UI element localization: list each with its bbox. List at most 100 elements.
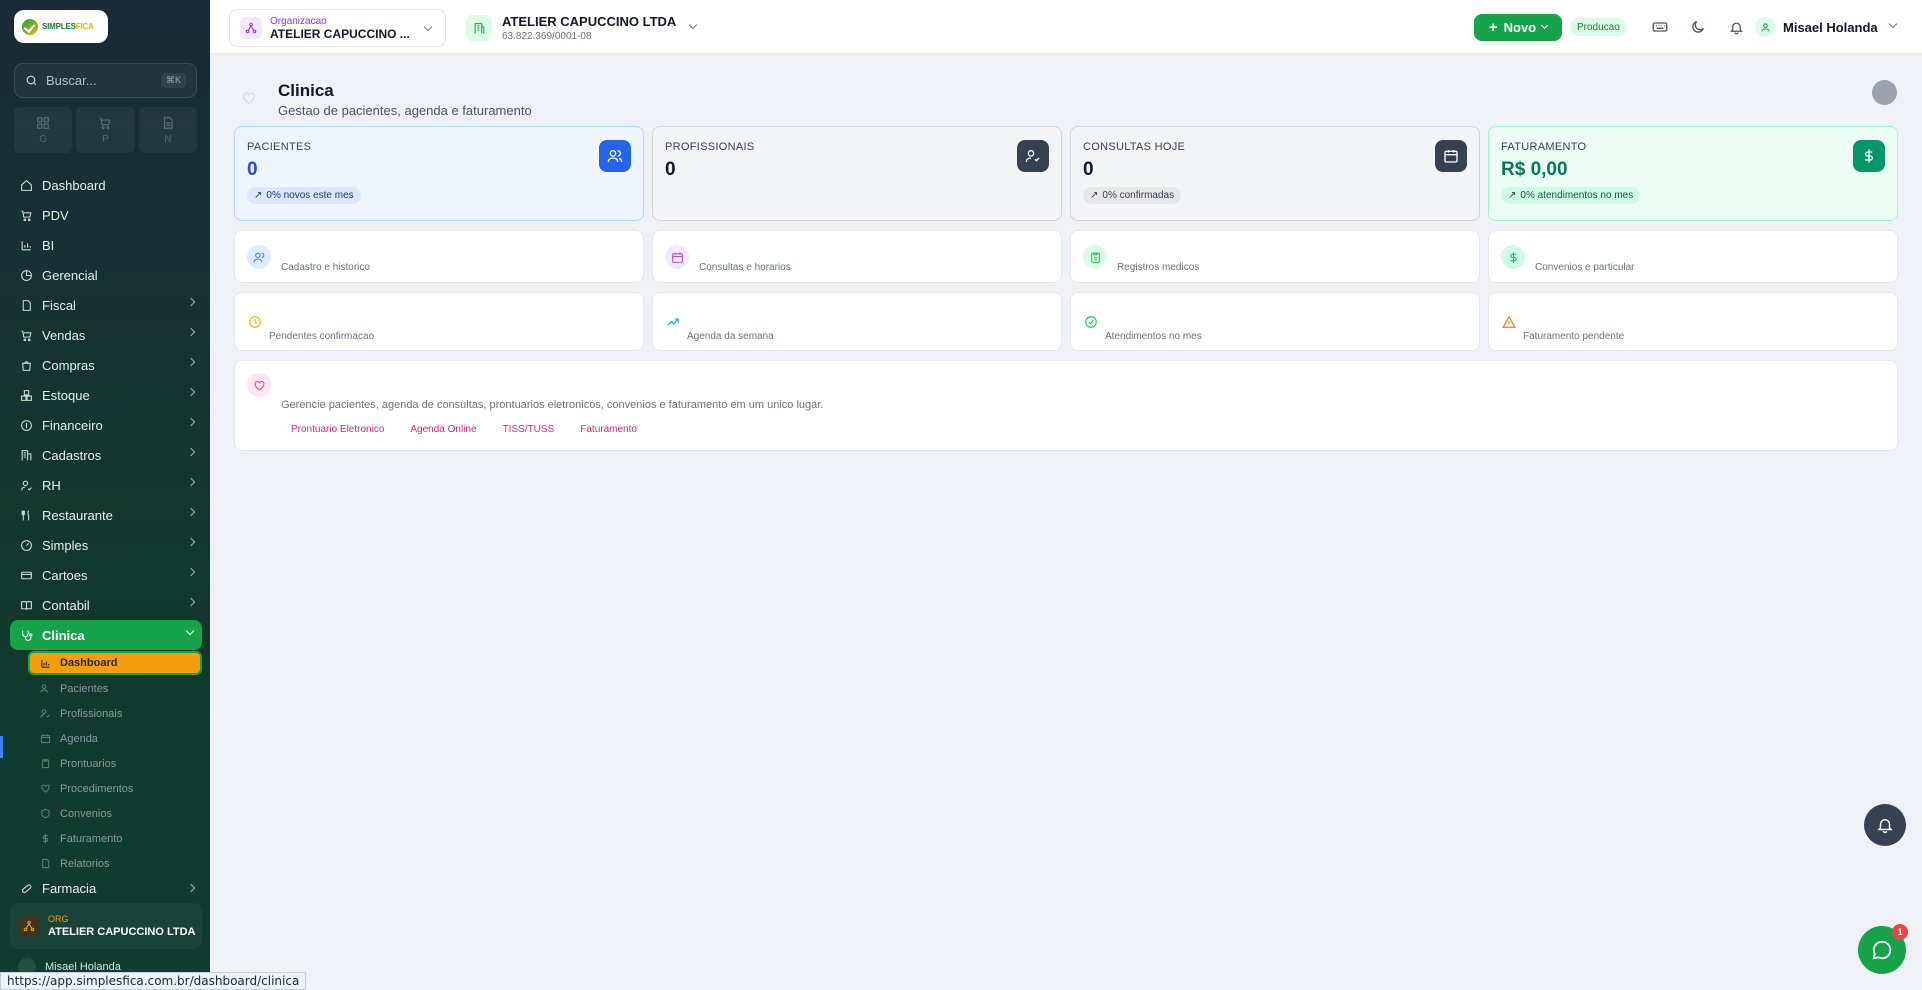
stat-pill: ↗ 0% confirmadas [1083, 187, 1182, 204]
submenu-item-label: Convenios [60, 807, 112, 820]
cart-icon [20, 329, 33, 342]
search-icon [26, 75, 37, 86]
org-switcher[interactable]: ORG ATELIER CAPUCCINO LTDA [10, 903, 202, 949]
shortcut-card-agenda[interactable]: Consultas e horarios [652, 230, 1062, 283]
building-icon [20, 449, 33, 462]
feature-link[interactable]: Prontuario Eletronico [291, 424, 384, 435]
user-icon [1755, 17, 1775, 37]
app-logo[interactable]: SIMPLESFICA [14, 10, 108, 43]
sidebar-item-fiscal[interactable]: Fiscal [10, 290, 202, 320]
stat-pill-text: 0% atendimentos no mes [1520, 190, 1634, 201]
shortcut-card-prontuarios[interactable]: Registros medicos [1070, 230, 1480, 283]
trending-up-icon: ↗ [1508, 190, 1517, 201]
stat-pill: ↗ 0% novos este mes [247, 187, 361, 204]
stat-label: PROFISSIONAIS [665, 141, 755, 153]
shortcut-card-pacientes[interactable]: Cadastro e historico [234, 230, 644, 283]
dollar-icon [1853, 140, 1885, 172]
keyboard-icon[interactable] [1650, 17, 1670, 37]
status-indicator[interactable] [1872, 80, 1897, 105]
new-button[interactable]: + Novo [1474, 14, 1562, 41]
organization-selector[interactable]: Organizacao ATELIER CAPUCCINO ... [229, 9, 446, 47]
feature-link[interactable]: TISS/TUSS [503, 424, 555, 435]
org-label: ORG [48, 914, 69, 924]
sidebar-item-dashboard[interactable]: Dashboard [10, 170, 202, 200]
stat-card-profissionais[interactable]: PROFISSIONAIS 0 [652, 126, 1062, 221]
submenu-item-agenda[interactable]: Agenda [30, 726, 202, 751]
notifications-fab[interactable] [1864, 804, 1906, 846]
sidebar-item-gerencial[interactable]: Gerencial [10, 260, 202, 290]
calendar-icon [40, 733, 51, 744]
user-menu[interactable]: Misael Holanda [1755, 15, 1897, 39]
new-button-label: Novo [1503, 20, 1537, 35]
sidebar-item-label: Dashboard [42, 177, 106, 193]
submenu-item-procedimentos[interactable]: Procedimentos [30, 776, 202, 801]
submenu-item-profissionais[interactable]: Profissionais [30, 701, 202, 726]
calendar-icon [665, 245, 689, 269]
sidebar-item-label: Financeiro [42, 417, 103, 433]
user-name: Misael Holanda [1783, 19, 1878, 35]
trending-up-icon: ↗ [1090, 190, 1099, 201]
sidebar-item-label: Estoque [42, 387, 90, 403]
chat-fab[interactable]: 1 [1858, 924, 1908, 974]
chevron-down-icon [1888, 19, 1897, 29]
sidebar-search[interactable]: Buscar... ⌘K [14, 63, 197, 98]
trending-up-icon [665, 314, 681, 330]
sidebar-item-contabil[interactable]: Contabil [10, 590, 202, 620]
sidebar-item-cartoes[interactable]: Cartoes [10, 560, 202, 590]
submenu-item-label: Prontuarios [60, 757, 117, 770]
metric-text: Atendimentos no mes [1105, 331, 1202, 342]
metric-card-atendimentos[interactable]: Atendimentos no mes [1070, 292, 1480, 351]
quick-actions: G P N [14, 107, 197, 153]
submenu-item-pacientes[interactable]: Pacientes [30, 676, 202, 701]
shortcut-card-convenios[interactable]: Convenios e particular [1488, 230, 1898, 283]
stat-card-pacientes[interactable]: PACIENTES 0 ↗ 0% novos este mes [234, 126, 644, 221]
sidebar-item-clinica[interactable]: Clinica [10, 620, 202, 650]
submenu-item-relatorios[interactable]: Relatorios [30, 851, 202, 876]
sidebar-item-cadastros[interactable]: Cadastros [10, 440, 202, 470]
sidebar-item-farmacia[interactable]: Farmacia [10, 876, 202, 900]
sidebar-item-label: Restaurante [42, 507, 113, 523]
sidebar-item-simples[interactable]: Simples [10, 530, 202, 560]
organization-label: Organizacao [270, 15, 327, 27]
quick-action-note[interactable]: N [138, 107, 197, 153]
quick-action-grid[interactable]: G [14, 107, 73, 153]
pie-icon [20, 269, 33, 282]
feature-link[interactable]: Faturamento [580, 424, 637, 435]
sidebar-item-estoque[interactable]: Estoque [10, 380, 202, 410]
bell-icon[interactable] [1726, 17, 1746, 37]
sidebar-item-restaurante[interactable]: Restaurante [10, 500, 202, 530]
chevron-down-icon [1541, 21, 1549, 30]
submenu-item-label: Agenda [60, 732, 98, 745]
submenu-item-faturamento[interactable]: Faturamento [30, 826, 202, 851]
moon-icon[interactable] [1688, 17, 1708, 37]
submenu-item-dashboard[interactable]: Dashboard [28, 651, 202, 675]
grid-icon [37, 116, 49, 129]
stat-label: FATURAMENTO [1501, 141, 1587, 153]
stat-pill: ↗ 0% atendimentos no mes [1501, 187, 1641, 204]
feature-link[interactable]: Agenda Online [410, 424, 476, 435]
sidebar-item-pdv[interactable]: PDV [10, 200, 202, 230]
sidebar-item-bi[interactable]: BI [10, 230, 202, 260]
submenu-item-label: Dashboard [60, 657, 118, 669]
quick-action-pdv[interactable]: P [76, 107, 135, 153]
sidebar-item-label: Cartoes [42, 567, 88, 583]
clock-icon [247, 314, 263, 330]
metric-card-pendentes[interactable]: Pendentes confirmacao [234, 292, 644, 351]
stat-card-consultas-hoje[interactable]: CONSULTAS HOJE 0 ↗ 0% confirmadas [1070, 126, 1480, 221]
browser-status-url: https://app.simplesfica.com.br/dashboard… [0, 972, 307, 990]
sidebar-item-compras[interactable]: Compras [10, 350, 202, 380]
sidebar-item-vendas[interactable]: Vendas [10, 320, 202, 350]
gauge-icon [20, 539, 33, 552]
metric-card-agenda-semana[interactable]: Agenda da semana [652, 292, 1062, 351]
company-selector[interactable]: ATELIER CAPUCCINO LTDA 63.822.369/0001-0… [466, 10, 698, 46]
sidebar-item-rh[interactable]: RH [10, 470, 202, 500]
stat-label: PACIENTES [247, 141, 312, 153]
chevron-right-icon [186, 447, 196, 457]
submenu-item-convenios[interactable]: Convenios [30, 801, 202, 826]
stat-card-faturamento[interactable]: FATURAMENTO R$ 0,00 ↗ 0% atendimentos no … [1488, 126, 1898, 221]
metric-card-faturamento-pendente[interactable]: Faturamento pendente [1488, 292, 1898, 351]
clipboard-icon [1083, 245, 1107, 269]
sidebar-item-financeiro[interactable]: Financeiro [10, 410, 202, 440]
submenu-item-prontuarios[interactable]: Prontuarios [30, 751, 202, 776]
wallet-icon [20, 419, 33, 432]
